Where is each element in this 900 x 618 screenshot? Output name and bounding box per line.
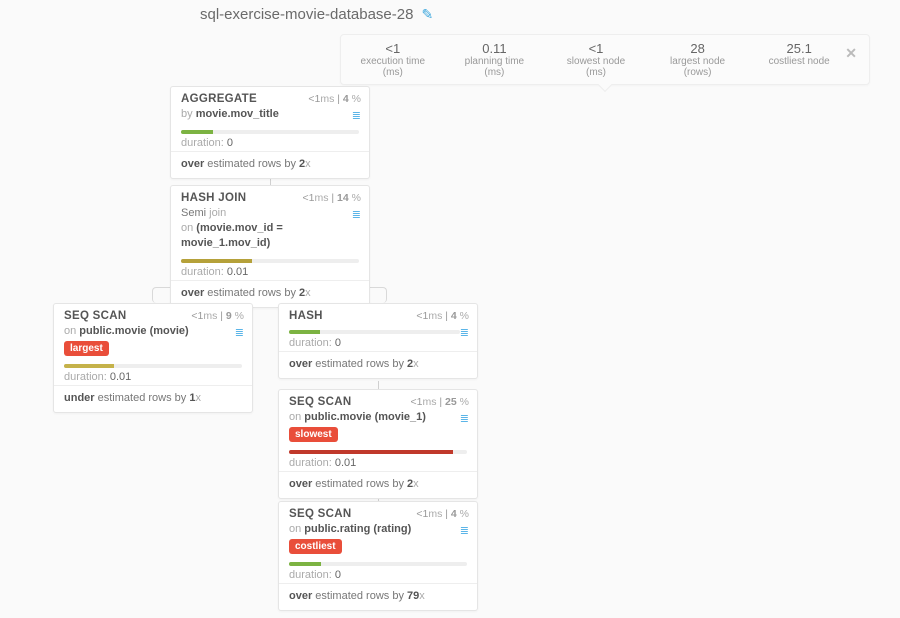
- database-icon[interactable]: ≣: [460, 412, 469, 425]
- database-icon[interactable]: ≣: [352, 208, 361, 221]
- stat-label: execution time (ms): [353, 56, 433, 78]
- node-estimate: over estimated rows by 2x: [171, 151, 369, 178]
- node-detail: on public.movie (movie) largest: [54, 324, 252, 362]
- node-seq-scan-movie[interactable]: SEQ SCAN <1ms | 9 % ≣ on public.movie (m…: [53, 303, 253, 413]
- stat-execution-time: <1 execution time (ms): [353, 41, 433, 78]
- stat-slowest-node: <1 slowest node (ms): [556, 41, 636, 78]
- node-estimate: over estimated rows by 2x: [279, 351, 477, 378]
- node-title: SEQ SCAN: [64, 310, 126, 322]
- stat-value: 25.1: [759, 41, 839, 56]
- plan-canvas: AGGREGATE <1ms | 4 % ≣ by movie.mov_titl…: [0, 80, 900, 618]
- duration-bar: duration: 0: [279, 560, 477, 583]
- node-detail: Semi join on (movie.mov_id = movie_1.mov…: [171, 206, 369, 257]
- plan-title: sql-exercise-movie-database-28: [200, 6, 413, 23]
- node-hash-join[interactable]: HASH JOIN <1ms | 14 % ≣ Semi join on (mo…: [170, 185, 370, 308]
- node-hash[interactable]: HASH <1ms | 4 % ≣ duration: 0 over estim…: [278, 303, 478, 379]
- stat-value: <1: [353, 41, 433, 56]
- slowest-tag: slowest: [289, 427, 338, 443]
- node-aggregate[interactable]: AGGREGATE <1ms | 4 % ≣ by movie.mov_titl…: [170, 86, 370, 179]
- node-header: HASH <1ms | 4 %: [279, 304, 477, 324]
- node-meta: <1ms | 4 %: [416, 508, 469, 520]
- stat-label: planning time (ms): [455, 56, 535, 78]
- node-meta: <1ms | 25 %: [411, 396, 470, 408]
- node-title: HASH: [289, 310, 323, 322]
- costliest-tag: costliest: [289, 539, 342, 555]
- node-title: HASH JOIN: [181, 192, 246, 204]
- node-header: SEQ SCAN <1ms | 9 %: [54, 304, 252, 324]
- node-title: SEQ SCAN: [289, 508, 351, 520]
- node-detail: by movie.mov_title: [171, 107, 369, 128]
- stat-value: 28: [658, 41, 738, 56]
- node-meta: <1ms | 4 %: [308, 93, 361, 105]
- duration-bar: duration: 0: [171, 128, 369, 151]
- node-header: HASH JOIN <1ms | 14 %: [171, 186, 369, 206]
- duration-bar: duration: 0.01: [54, 362, 252, 385]
- close-icon[interactable]: ✕: [845, 45, 857, 62]
- node-title: SEQ SCAN: [289, 396, 351, 408]
- node-meta: <1ms | 9 %: [191, 310, 244, 322]
- stat-largest-node: 28 largest node (rows): [658, 41, 738, 78]
- stat-costliest-node: 25.1 costliest node: [759, 41, 839, 78]
- node-meta: <1ms | 4 %: [416, 310, 469, 322]
- stat-planning-time: 0.11 planning time (ms): [455, 41, 535, 78]
- database-icon[interactable]: ≣: [235, 326, 244, 339]
- largest-tag: largest: [64, 341, 109, 357]
- connector: [378, 381, 379, 389]
- database-icon[interactable]: ≣: [460, 326, 469, 339]
- node-detail: on public.movie (movie_1) slowest: [279, 410, 477, 448]
- stat-label: largest node (rows): [658, 56, 738, 78]
- database-icon[interactable]: ≣: [460, 524, 469, 537]
- node-meta: <1ms | 14 %: [303, 192, 362, 204]
- node-seq-scan-rating[interactable]: SEQ SCAN <1ms | 4 % ≣ on public.rating (…: [278, 501, 478, 611]
- node-estimate: over estimated rows by 2x: [279, 471, 477, 498]
- stats-bar: <1 execution time (ms) 0.11 planning tim…: [340, 34, 870, 85]
- duration-bar: duration: 0: [279, 328, 477, 351]
- duration-bar: duration: 0.01: [171, 257, 369, 280]
- node-header: AGGREGATE <1ms | 4 %: [171, 87, 369, 107]
- node-header: SEQ SCAN <1ms | 25 %: [279, 390, 477, 410]
- node-seq-scan-movie1[interactable]: SEQ SCAN <1ms | 25 % ≣ on public.movie (…: [278, 389, 478, 499]
- stat-value: <1: [556, 41, 636, 56]
- stat-value: 0.11: [455, 41, 535, 56]
- node-estimate: under estimated rows by 1x: [54, 385, 252, 412]
- node-title: AGGREGATE: [181, 93, 257, 105]
- node-estimate: over estimated rows by 79x: [279, 583, 477, 610]
- database-icon[interactable]: ≣: [352, 109, 361, 122]
- page-title-row: sql-exercise-movie-database-28 ✎: [200, 6, 433, 23]
- duration-bar: duration: 0.01: [279, 448, 477, 471]
- node-header: SEQ SCAN <1ms | 4 %: [279, 502, 477, 522]
- node-detail: on public.rating (rating) costliest: [279, 522, 477, 560]
- stat-label: slowest node (ms): [556, 56, 636, 78]
- edit-icon[interactable]: ✎: [421, 6, 433, 23]
- stat-label: costliest node: [759, 56, 839, 67]
